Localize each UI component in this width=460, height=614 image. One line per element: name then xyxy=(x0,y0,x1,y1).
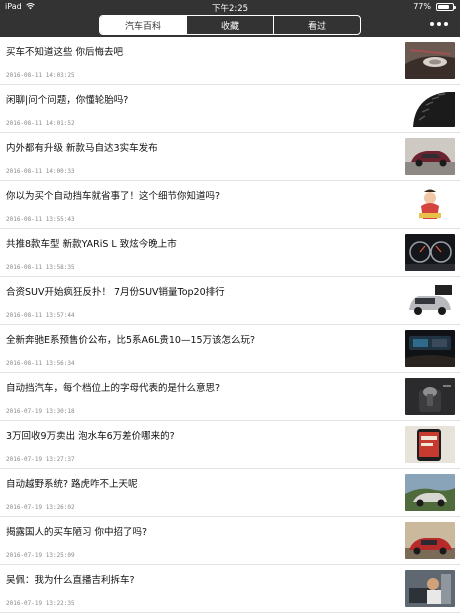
article-timestamp: 2016-08-11 13:58:35 xyxy=(6,264,75,271)
status-bar: iPad 下午2:25 77% xyxy=(0,0,460,14)
article-title: 买车不知道这些 你后悔去吧 xyxy=(6,47,124,58)
article-title: 自动越野系统? 路虎咋不上天呢 xyxy=(6,479,138,490)
battery-percent: 77% xyxy=(413,2,431,11)
article-row[interactable]: 自动挡汽车，每个档位上的字母代表的是什么意思? 2016-07-19 13:30:… xyxy=(0,373,460,421)
teardown-photo xyxy=(405,570,455,607)
article-title: 闲聊|问个问题，你懂轮胎吗? xyxy=(6,95,129,106)
tab-car-encyclopedia[interactable]: 汽车百科 xyxy=(100,16,187,34)
mazda3-photo xyxy=(405,138,455,175)
article-timestamp: 2016-08-11 13:57:44 xyxy=(6,312,75,319)
article-row[interactable]: 揭露国人的买车陋习 你中招了吗? 2016-07-19 13:25:09 xyxy=(0,517,460,565)
article-timestamp: 2016-07-19 13:26:02 xyxy=(6,504,75,511)
article-row[interactable]: 吴佩：我为什么直播吉利拆车? 2016-07-19 13:22:35 xyxy=(0,565,460,613)
article-row[interactable]: 内外都有升级 新款马自达3实车发布 2016-08-11 14:00:33 xyxy=(0,133,460,181)
article-title: 吴佩：我为什么直播吉利拆车? xyxy=(6,575,135,586)
gear-shifter-photo xyxy=(405,378,455,415)
article-timestamp: 2016-07-19 13:22:35 xyxy=(6,600,75,607)
car-headlight-photo xyxy=(405,42,455,79)
article-row[interactable]: 自动越野系统? 路虎咋不上天呢 2016-07-19 13:26:02 xyxy=(0,469,460,517)
article-title: 共推8款车型 新款YARiS L 致炫今晚上市 xyxy=(6,239,177,250)
article-row[interactable]: 全新奔驰E系预售价公布，比5系A6L贵10—15万该怎么玩? 2016-08-11… xyxy=(0,325,460,373)
status-time: 下午2:25 xyxy=(211,3,249,14)
article-timestamp: 2016-07-19 13:30:18 xyxy=(6,408,75,415)
article-timestamp: 2016-07-19 13:25:09 xyxy=(6,552,75,559)
article-timestamp: 2016-08-11 13:56:34 xyxy=(6,360,75,367)
red-car-photo xyxy=(405,522,455,559)
tab-favorites[interactable]: 收藏 xyxy=(187,16,274,34)
tire-photo xyxy=(405,90,455,127)
article-timestamp: 2016-08-11 14:00:33 xyxy=(6,168,75,175)
article-row[interactable]: 闲聊|问个问题，你懂轮胎吗? 2016-08-11 14:01:52 xyxy=(0,85,460,133)
top-bar: iPad 下午2:25 77% 汽车百科 收藏 看过 xyxy=(0,0,460,37)
article-row[interactable]: 买车不知道这些 你后悔去吧 2016-08-11 14:03:25 xyxy=(0,37,460,85)
article-title: 你以为买个自动挡车就省事了！这个细节你知道吗? xyxy=(6,191,221,202)
battery-icon xyxy=(436,2,456,11)
article-row[interactable]: 共推8款车型 新款YARiS L 致炫今晚上市 2016-08-11 13:58:… xyxy=(0,229,460,277)
article-row[interactable]: 你以为买个自动挡车就省事了！这个细节你知道吗? 2016-08-11 13:55:… xyxy=(0,181,460,229)
more-options-icon[interactable] xyxy=(430,19,448,29)
cartoon-photo xyxy=(405,186,455,223)
dashboard-photo xyxy=(405,234,455,271)
article-row[interactable]: 合资SUV开始疯狂反扑！ 7月份SUV销量Top20排行 2016-08-11 1… xyxy=(0,277,460,325)
article-timestamp: 2016-08-11 14:03:25 xyxy=(6,72,75,79)
suv-photo xyxy=(405,282,455,319)
article-title: 全新奔驰E系预售价公布，比5系A6L贵10—15万该怎么玩? xyxy=(6,335,256,346)
tab-viewed[interactable]: 看过 xyxy=(274,16,360,34)
offroad-photo xyxy=(405,474,455,511)
interior-photo xyxy=(405,330,455,367)
segmented-tabs: 汽车百科 收藏 看过 xyxy=(99,15,361,35)
article-title: 3万回收9万卖出 泡水车6万差价哪来的? xyxy=(6,431,175,442)
article-timestamp: 2016-07-19 13:27:37 xyxy=(6,456,75,463)
article-timestamp: 2016-08-11 13:55:43 xyxy=(6,216,75,223)
phone-photo xyxy=(405,426,455,463)
article-title: 内外都有升级 新款马自达3实车发布 xyxy=(6,143,158,154)
article-list: 买车不知道这些 你后悔去吧 2016-08-11 14:03:25 闲聊|问个问题，… xyxy=(0,37,460,613)
article-title: 自动挡汽车，每个档位上的字母代表的是什么意思? xyxy=(6,383,221,394)
article-timestamp: 2016-08-11 14:01:52 xyxy=(6,120,75,127)
article-row[interactable]: 3万回收9万卖出 泡水车6万差价哪来的? 2016-07-19 13:27:37 xyxy=(0,421,460,469)
article-title: 合资SUV开始疯狂反扑！ 7月份SUV销量Top20排行 xyxy=(6,287,225,298)
article-title: 揭露国人的买车陋习 你中招了吗? xyxy=(6,527,148,538)
